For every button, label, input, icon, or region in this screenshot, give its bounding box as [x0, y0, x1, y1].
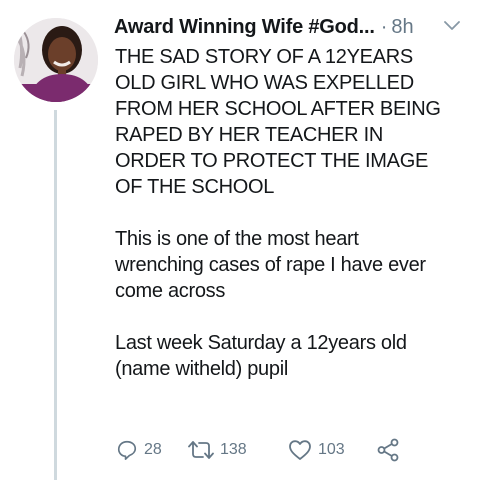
tweet-paragraph: Last week Saturday a 12years old (name w…: [115, 332, 407, 380]
like-count: 103: [318, 441, 345, 458]
separator-dot: ·: [380, 15, 388, 38]
reply-button[interactable]: 28: [116, 439, 188, 461]
retweet-count: 138: [220, 441, 247, 458]
tweet-time[interactable]: 8h: [391, 16, 413, 39]
chevron-down-icon[interactable]: [444, 20, 460, 32]
tweet-header: Award Winning Wife #God... · 8h: [114, 12, 470, 42]
thread-line: [54, 110, 57, 480]
share-icon: [377, 438, 399, 462]
tweet-paragraph: This is one of the most heart wrenching …: [115, 228, 426, 302]
tweet[interactable]: Award Winning Wife #God... · 8h THE SAD …: [0, 0, 480, 480]
retweet-button[interactable]: 138: [188, 439, 288, 461]
author-name[interactable]: Award Winning Wife #God...: [114, 16, 375, 39]
avatar[interactable]: [14, 18, 98, 102]
like-button[interactable]: 103: [288, 439, 376, 461]
tweet-text: THE SAD STORY OF A 12YEARS OLD GIRL WHO …: [115, 44, 465, 382]
reply-count: 28: [144, 441, 162, 458]
tweet-paragraph: THE SAD STORY OF A 12YEARS OLD GIRL WHO …: [115, 46, 441, 198]
heart-icon: [289, 440, 311, 460]
tweet-actions: 28 138 103: [116, 436, 400, 464]
retweet-icon: [188, 441, 214, 459]
reply-icon: [117, 440, 137, 460]
share-button[interactable]: [376, 438, 400, 462]
